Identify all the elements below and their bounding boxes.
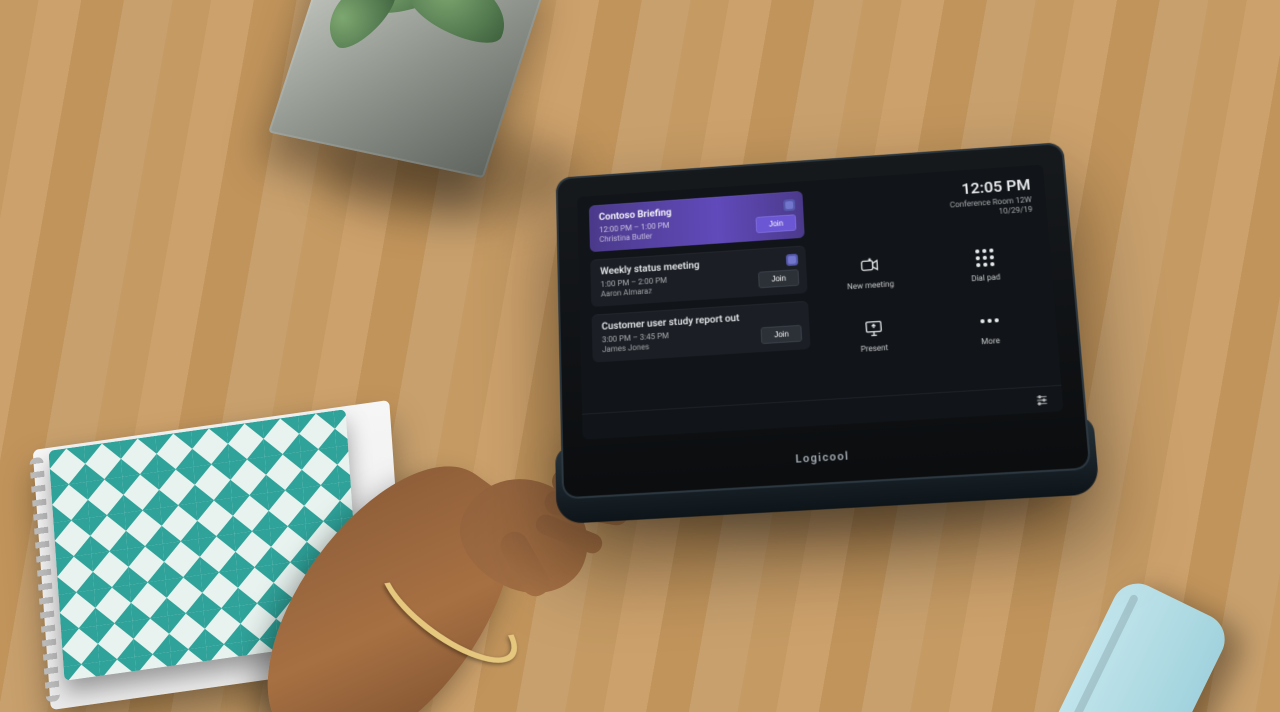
present-icon bbox=[862, 317, 885, 340]
join-button[interactable]: Join bbox=[756, 214, 797, 233]
video-icon bbox=[858, 254, 881, 277]
new-meeting-button[interactable]: New meeting bbox=[817, 240, 923, 305]
join-button[interactable]: Join bbox=[761, 325, 802, 344]
tile-label: New meeting bbox=[847, 279, 894, 291]
tile-label: Present bbox=[860, 343, 888, 354]
meeting-list: Contoso Briefing 12:00 PM – 1:00 PM Chri… bbox=[577, 181, 819, 414]
room-controller-device: Logicool Contoso Briefing 12:00 PM – 1:0… bbox=[556, 142, 1092, 499]
join-button[interactable]: Join bbox=[758, 269, 799, 288]
dialpad-icon bbox=[972, 246, 996, 269]
settings-icon[interactable] bbox=[1033, 391, 1051, 408]
tile-label: Dial pad bbox=[971, 273, 1001, 284]
smartphone bbox=[1047, 575, 1234, 712]
notebook-teal bbox=[48, 409, 361, 681]
meeting-card[interactable]: Weekly status meeting 1:00 PM – 2:00 PM … bbox=[590, 245, 807, 307]
meeting-card-current[interactable]: Contoso Briefing 12:00 PM – 1:00 PM Chri… bbox=[589, 191, 805, 252]
tile-label: More bbox=[981, 336, 1000, 346]
dial-pad-button[interactable]: Dial pad bbox=[931, 232, 1039, 297]
room-controller-screen: Contoso Briefing 12:00 PM – 1:00 PM Chri… bbox=[577, 165, 1063, 440]
device-brand: Logicool bbox=[561, 435, 1089, 479]
meeting-card[interactable]: Customer user study report out 3:00 PM –… bbox=[592, 301, 811, 363]
action-tiles: New meeting Dial pad Prese bbox=[817, 232, 1044, 368]
more-icon bbox=[977, 309, 1001, 332]
teams-icon bbox=[786, 254, 798, 266]
present-button[interactable]: Present bbox=[820, 302, 927, 368]
more-button[interactable]: More bbox=[935, 295, 1044, 361]
teams-icon bbox=[783, 199, 795, 211]
